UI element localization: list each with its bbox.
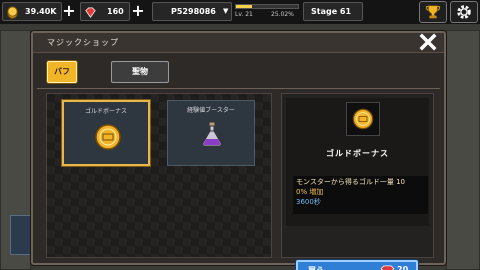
dialog-header: マジックショップ [33,33,444,53]
item-name: 経験値ブースター [187,107,235,114]
settings-button[interactable] [450,1,478,23]
player-id: P5298086 [171,7,216,16]
ruby-gem-icon [380,265,395,270]
gold-coin-icon [7,6,18,19]
dropdown-arrow-icon[interactable]: ▼ [223,3,228,20]
detail-description: モンスターから得るゴルド一量 10 0% 増加 3600秒 [293,176,428,214]
buy-label: 買う [308,265,324,270]
detail-icon-frame [346,102,380,136]
divider [37,88,440,89]
stage-box: Stage 61 [303,2,363,21]
buy-price: 20 [397,265,409,270]
background-door [10,215,32,255]
trophy-icon [426,5,440,19]
potion-icon [202,121,222,147]
buy-button[interactable]: 買う 20 [296,260,418,270]
top-hud: 39.40K + 160 + P5298086 ▼ Lv. 21 25.02% … [0,0,480,24]
item-card-exp-booster[interactable]: 経験値ブースター [167,100,255,166]
exp-bar-fill [236,5,252,8]
add-gem-button[interactable]: + [131,3,145,19]
gold-counter: 39.40K [2,2,62,21]
gem-counter: 160 [80,2,130,21]
description-line-1: モンスターから得るゴルド一量 10 [296,178,405,186]
stage-label: Stage 61 [311,7,352,16]
gold-value: 39.40K [25,7,57,16]
player-id-box: P5298086 ▼ [152,2,232,21]
level-box: Lv. 21 25.02% [235,2,299,21]
item-detail-panel: ゴルドボーナス モンスターから得るゴルド一量 10 0% 増加 3600秒 買う… [281,93,434,270]
dialog-title: マジックショップ [47,38,119,47]
background-wall [446,30,480,270]
detail-item-name: ゴルドボーナス [326,149,389,158]
gear-icon [457,5,471,19]
gold-coin-icon [352,108,374,130]
level-label: Lv. 21 [235,11,253,18]
duration-text: 3600秒 [296,198,321,206]
item-grid: ゴルドボーナス 経験値ブースター [46,93,272,258]
exp-percent: 25.02% [271,11,294,18]
gem-value: 160 [107,7,124,16]
tab-relic[interactable]: 聖物 [111,61,169,83]
close-icon[interactable] [419,33,437,51]
ruby-gem-icon [85,7,96,18]
tab-buff[interactable]: バフ [47,61,77,83]
exp-bar [235,4,299,9]
item-card-gold-bonus[interactable]: ゴルドボーナス [62,100,150,166]
add-gold-button[interactable]: + [62,3,76,19]
magic-shop-dialog: マジックショップ バフ 聖物 ゴルドボーナス 経験値ブースター ゴルドボーナス … [31,31,446,270]
gold-coin-icon [95,124,121,150]
detail-inner: ゴルドボーナス モンスターから得るゴルド一量 10 0% 増加 3600秒 [286,98,429,226]
trophy-button[interactable] [419,1,447,23]
item-name: ゴルドボーナス [84,108,127,115]
description-line-2: 0% 増加 [296,188,324,196]
